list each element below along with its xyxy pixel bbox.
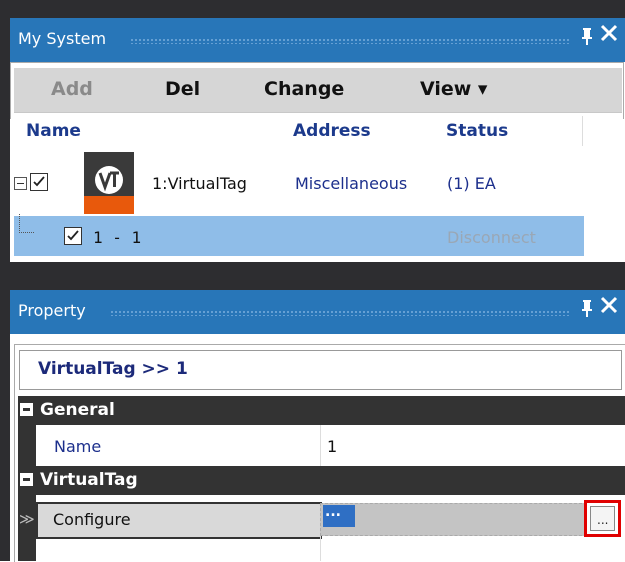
my-system-toolbar: Add Del Change View ▾ (14, 68, 622, 113)
minus-icon[interactable] (20, 473, 33, 486)
titlebar-grip (130, 38, 570, 44)
column-header-name[interactable]: Name (26, 121, 81, 141)
grid-column-divider (320, 425, 321, 466)
close-icon[interactable] (598, 22, 620, 50)
tree-expander[interactable] (14, 177, 27, 190)
my-system-title: My System (18, 29, 107, 48)
configure-value-field[interactable]: ... (320, 503, 587, 536)
property-titlebar[interactable]: Property (10, 290, 625, 334)
add-button[interactable]: Add (51, 78, 93, 100)
property-name: Name (54, 437, 102, 456)
tree-item-label[interactable]: 1:VirtualTag (152, 174, 247, 193)
category-general[interactable]: General (18, 396, 625, 425)
property-title: Property (18, 301, 86, 320)
pin-icon[interactable] (580, 26, 594, 51)
category-label: VirtualTag (40, 470, 138, 490)
ellipsis-label: ... (597, 513, 609, 527)
property-value[interactable]: 1 (327, 437, 337, 456)
configure-browse-button[interactable]: ... (590, 506, 615, 531)
minus-icon[interactable] (20, 403, 33, 416)
row-checkbox[interactable] (30, 173, 48, 191)
view-menu-button[interactable]: View ▾ (420, 78, 487, 100)
property-name: Configure (53, 510, 131, 529)
grid-column-divider (320, 536, 321, 561)
titlebar-grip (110, 310, 570, 316)
close-icon[interactable] (598, 294, 620, 322)
configure-value-text: ... (323, 505, 355, 527)
row-checkbox[interactable] (64, 227, 82, 245)
category-label: General (40, 400, 115, 420)
pin-icon[interactable] (580, 298, 594, 323)
category-virtualtag[interactable]: VirtualTag (18, 466, 625, 495)
window-frame-top (0, 0, 625, 18)
column-header-status[interactable]: Status (446, 121, 508, 141)
property-object-header: VirtualTag >> 1 (19, 350, 622, 390)
column-separator (582, 116, 583, 146)
tree-item-label[interactable]: 1 - 1 (93, 228, 141, 247)
tree-item-status: (1) EA (447, 174, 496, 193)
panel-divider (0, 262, 625, 290)
delete-button[interactable]: Del (165, 78, 200, 100)
vt-logo-icon (84, 152, 134, 214)
tree-connector (19, 214, 34, 233)
change-button[interactable]: Change (264, 78, 344, 100)
property-object-name: VirtualTag >> 1 (38, 359, 188, 379)
row-pointer-icon: ≫ (19, 510, 35, 528)
column-header-address[interactable]: Address (293, 121, 371, 141)
tree-item-address: Miscellaneous (295, 174, 408, 193)
tree-item-status: Disconnect (447, 228, 536, 247)
my-system-titlebar[interactable]: My System (10, 18, 625, 62)
